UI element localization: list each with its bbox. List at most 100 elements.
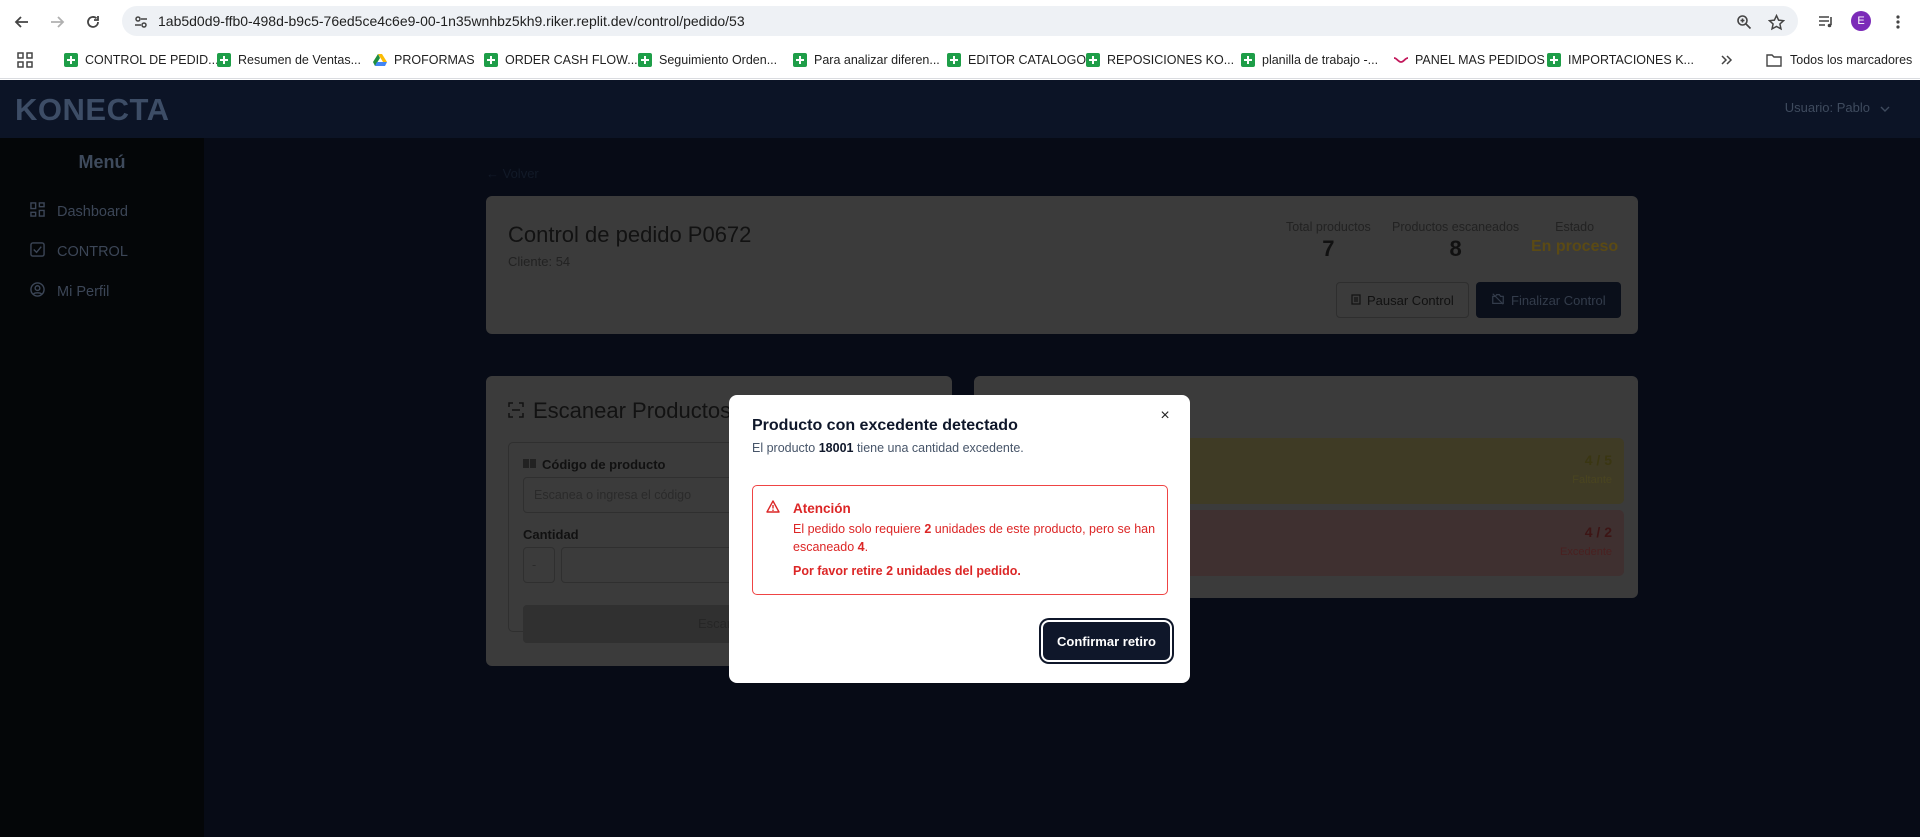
profile-avatar[interactable]: E <box>1851 11 1871 31</box>
scan-icon <box>508 398 524 424</box>
url-host: 1ab5d0d9-ffb0-498d-b9c5-76ed5ce4c6e9-00-… <box>158 13 634 29</box>
qty-decrement-button[interactable]: - <box>523 547 555 583</box>
sheets-icon <box>947 53 961 67</box>
scanned-qty: 4 <box>857 540 865 554</box>
forward-arrow-icon[interactable] <box>44 9 70 35</box>
bookmark-label: Seguimiento Orden... <box>659 53 778 67</box>
client-label: Cliente: 54 <box>508 254 571 269</box>
bookmark-item[interactable]: CONTROL DE PEDID... <box>64 50 219 70</box>
pause-control-button[interactable]: Pausar Control <box>1336 282 1469 318</box>
bookmark-label: IMPORTACIONES K... <box>1568 53 1694 67</box>
note-text: Por favor retire <box>793 564 887 578</box>
bookmark-item[interactable]: PROFORMAS <box>373 50 475 70</box>
alert-text: El pedido solo requiere <box>793 522 925 536</box>
finish-label: Finalizar Control <box>1511 292 1606 308</box>
app-logo[interactable]: KONECTA <box>15 92 169 128</box>
bookmark-item[interactable]: Resumen de Ventas... <box>217 50 361 70</box>
excess-product-dialog: × Producto con excedente detectado El pr… <box>729 395 1190 683</box>
user-menu[interactable]: Usuario: Pablo <box>1785 100 1890 115</box>
wave-icon <box>1393 53 1409 67</box>
back-label: Volver <box>502 166 539 181</box>
bookmark-label: Resumen de Ventas... <box>238 53 361 67</box>
grid-icon <box>30 202 45 221</box>
dialog-title: Producto con excedente detectado <box>752 417 1018 434</box>
sidebar-item-dashboard[interactable]: Dashboard <box>30 202 128 221</box>
bookmark-item[interactable]: IMPORTACIONES K... <box>1547 50 1694 70</box>
sheets-icon <box>484 53 498 67</box>
close-icon[interactable]: × <box>1156 407 1174 425</box>
more-bookmarks-icon[interactable] <box>1714 47 1740 73</box>
sidebar-item-label: Mi Perfil <box>57 283 110 300</box>
sheets-icon <box>64 53 78 67</box>
product-state: Excedente <box>1560 546 1612 558</box>
code-label-text: Código de producto <box>542 457 666 472</box>
product-code: 18001 <box>818 441 854 455</box>
kebab-menu-icon[interactable] <box>1885 9 1911 35</box>
page-title: Control de pedido P0672 <box>508 222 752 247</box>
bookmark-item[interactable]: Seguimiento Orden... <box>638 50 777 70</box>
warning-triangle-icon <box>766 500 780 518</box>
stat-scanned-label: Productos escaneados <box>1392 220 1520 234</box>
bookmark-item[interactable]: REPOSICIONES KO... <box>1086 50 1234 70</box>
stat-scanned: Productos escaneados 8 <box>1392 220 1519 262</box>
bookmark-item[interactable]: ORDER CASH FLOW... <box>484 50 638 70</box>
stat-total-label: Total productos <box>1286 220 1371 234</box>
bookmark-label: EDITOR CATALOGO <box>968 53 1087 67</box>
url-path: /control/pedido/53 <box>633 13 745 29</box>
browser-toolbar: 1ab5d0d9-ffb0-498d-b9c5-76ed5ce4c6e9-00-… <box>0 0 1920 42</box>
all-bookmarks[interactable]: Todos los marcadores <box>1766 50 1912 70</box>
bookmark-item[interactable]: EDITOR CATALOGO <box>947 50 1086 70</box>
back-arrow-icon[interactable] <box>9 9 35 35</box>
bookmark-label: REPOSICIONES KO... <box>1107 53 1235 67</box>
code-label: Código de producto <box>523 457 665 472</box>
bookmark-star-icon[interactable] <box>1763 9 1789 35</box>
bookmark-label: Para analizar diferen... <box>814 53 940 67</box>
sidebar-item-control[interactable]: CONTROL <box>30 242 128 261</box>
dialog-description: El producto 18001 tiene una cantidad exc… <box>752 441 1024 455</box>
bookmark-label: ORDER CASH FLOW... <box>505 53 638 67</box>
pause-label: Pausar Control <box>1367 292 1454 308</box>
stat-status-label: Estado <box>1555 220 1595 234</box>
menu-title: Menú <box>78 152 126 172</box>
media-control-icon[interactable] <box>1813 9 1839 35</box>
url-text[interactable]: 1ab5d0d9-ffb0-498d-b9c5-76ed5ce4c6e9-00-… <box>158 13 745 29</box>
product-qty: 4 / 5 <box>1584 452 1612 468</box>
product-state: Faltante <box>1572 474 1612 486</box>
bookmark-item[interactable]: PANEL MAS PEDIDOS <box>1393 50 1545 70</box>
bookmark-label: CONTROL DE PEDID... <box>85 53 219 67</box>
apps-grid-icon[interactable] <box>12 47 38 73</box>
sheets-icon <box>217 53 231 67</box>
alert-instruction: Por favor retire 2 unidades del pedido. <box>793 564 1021 578</box>
zoom-icon[interactable] <box>1731 9 1757 35</box>
bookmark-item[interactable]: Para analizar diferen... <box>793 50 940 70</box>
sidebar-item-label: CONTROL <box>57 243 128 260</box>
user-label: Usuario: Pablo <box>1784 100 1870 115</box>
camera-off-icon <box>1491 292 1505 309</box>
qty-input[interactable]: 1 <box>561 547 751 583</box>
confirm-removal-button[interactable]: Confirmar retiro <box>1043 622 1170 660</box>
pause-icon <box>1351 293 1361 308</box>
back-link[interactable]: ← Volver <box>486 166 539 181</box>
sheets-icon <box>1241 53 1255 67</box>
qty-label: Cantidad <box>523 527 579 542</box>
alert-message: El pedido solo requiere 2 unidades de es… <box>793 520 1158 556</box>
checkbox-icon <box>30 242 45 261</box>
sheets-icon <box>1547 53 1561 67</box>
desc-text: tiene una cantidad excedente. <box>853 441 1024 455</box>
site-settings-icon[interactable] <box>128 9 154 35</box>
finish-control-button[interactable]: Finalizar Control <box>1476 282 1621 318</box>
app-header: KONECTA Usuario: Pablo <box>0 80 1920 138</box>
warning-alert: Atención El pedido solo requiere 2 unida… <box>752 485 1168 595</box>
stat-status: Estado En proceso <box>1531 220 1618 256</box>
bookmark-label: PANEL MAS PEDIDOS <box>1415 53 1545 67</box>
drive-icon <box>373 53 387 67</box>
sheets-icon <box>1086 53 1100 67</box>
sheets-icon <box>793 53 807 67</box>
barcode-icon <box>523 457 536 472</box>
sidebar-item-mi-perfil[interactable]: Mi Perfil <box>30 282 109 301</box>
note-text: unidades del pedido. <box>893 564 1021 578</box>
bookmark-item[interactable]: planilla de trabajo -... <box>1241 50 1378 70</box>
bookmark-label: PROFORMAS <box>394 53 475 67</box>
reload-icon[interactable] <box>80 9 106 35</box>
scan-title: Escanear Productos <box>508 398 731 424</box>
